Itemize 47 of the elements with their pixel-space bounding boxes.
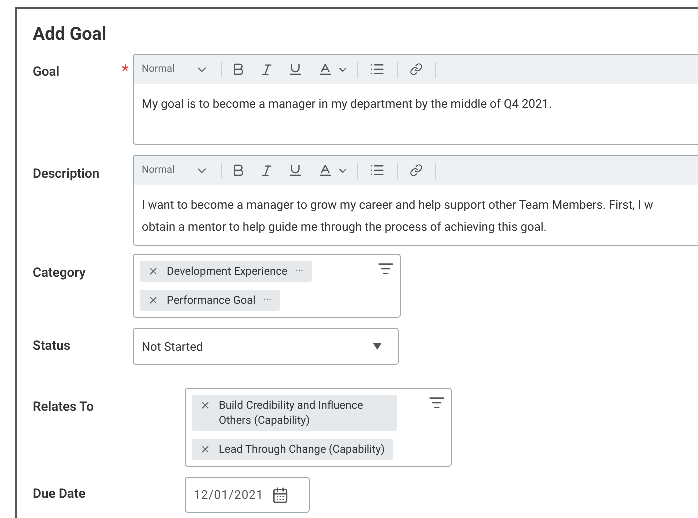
tag-pill[interactable]: Build Credibility and Influence Others (Capability) [192,395,397,431]
remove-icon[interactable] [200,444,211,455]
remove-icon[interactable] [148,295,159,306]
link-icon[interactable] [410,63,423,76]
link-icon[interactable] [410,164,423,177]
field-label: Category [33,265,86,283]
text-color-icon[interactable] [318,62,333,77]
page-title: Add Goal [33,23,108,47]
editor-text: I want to become a manager to grow my career and help support other Team Members. First, I w [142,197,654,214]
field-label: Status [33,338,71,356]
list-icon[interactable] [378,261,394,277]
calendar-icon[interactable] [272,486,289,504]
underline-icon[interactable] [288,62,303,77]
required-mark: * [122,63,129,79]
dropdown-arrow-icon [373,343,382,350]
tag-pill[interactable]: Development Experience ··· [140,261,312,282]
tag-label: Build Credibility and Influence Others (Capability) [219,398,364,428]
more-options[interactable]: ··· [296,264,304,279]
text-color-icon[interactable] [318,163,333,178]
tag-label: Lead Through Change (Capability) [219,442,385,457]
bullet-list-icon[interactable] [370,163,385,178]
field-label: Due Date [33,486,86,504]
editor-text: obtain a mentor to help guide me through the process of achieving this goal. [142,219,548,236]
list-icon[interactable] [429,395,445,411]
tag-pill[interactable]: Lead Through Change (Capability) [192,439,393,460]
more-options[interactable]: ··· [264,293,272,308]
status-dropdown[interactable]: Not Started [133,328,399,365]
field-label: Goal [33,64,60,82]
tag-label: Performance Goal [167,293,256,308]
multiselect-field[interactable]: Development Experience ··· Performance Goal ··· [133,254,401,318]
underline-icon[interactable] [288,163,303,178]
tag-label: Development Experience [167,264,288,279]
rich-text-editor[interactable]: Normal I want to become a manager to grow my career and help support other Team Members. First, I w obtain a mentor to help guide me through the process of achieving this goal. [133,155,698,246]
editor-text: My goal is to become a manager in my department by the middle of Q4 2021. [142,96,554,113]
italic-icon[interactable] [260,164,274,178]
bullet-list-icon[interactable] [370,62,385,77]
remove-icon[interactable] [200,400,211,411]
field-label: Relates To [33,399,94,417]
multiselect-field[interactable]: Build Credibility and Influence Others (Capability) Lead Through Change (Capability) [185,388,452,467]
field-label: Description [33,166,100,184]
remove-icon[interactable] [148,266,159,277]
style-dropdown[interactable]: Normal [142,62,222,77]
style-dropdown[interactable]: Normal [142,163,222,178]
italic-icon[interactable] [260,62,274,76]
tag-pill[interactable]: Performance Goal ··· [140,290,280,311]
rich-text-editor[interactable]: Normal My goal is to become a manager in my department by the middle of Q4 2021. [133,54,698,145]
date-field[interactable]: 12/01/2021 [185,477,310,513]
